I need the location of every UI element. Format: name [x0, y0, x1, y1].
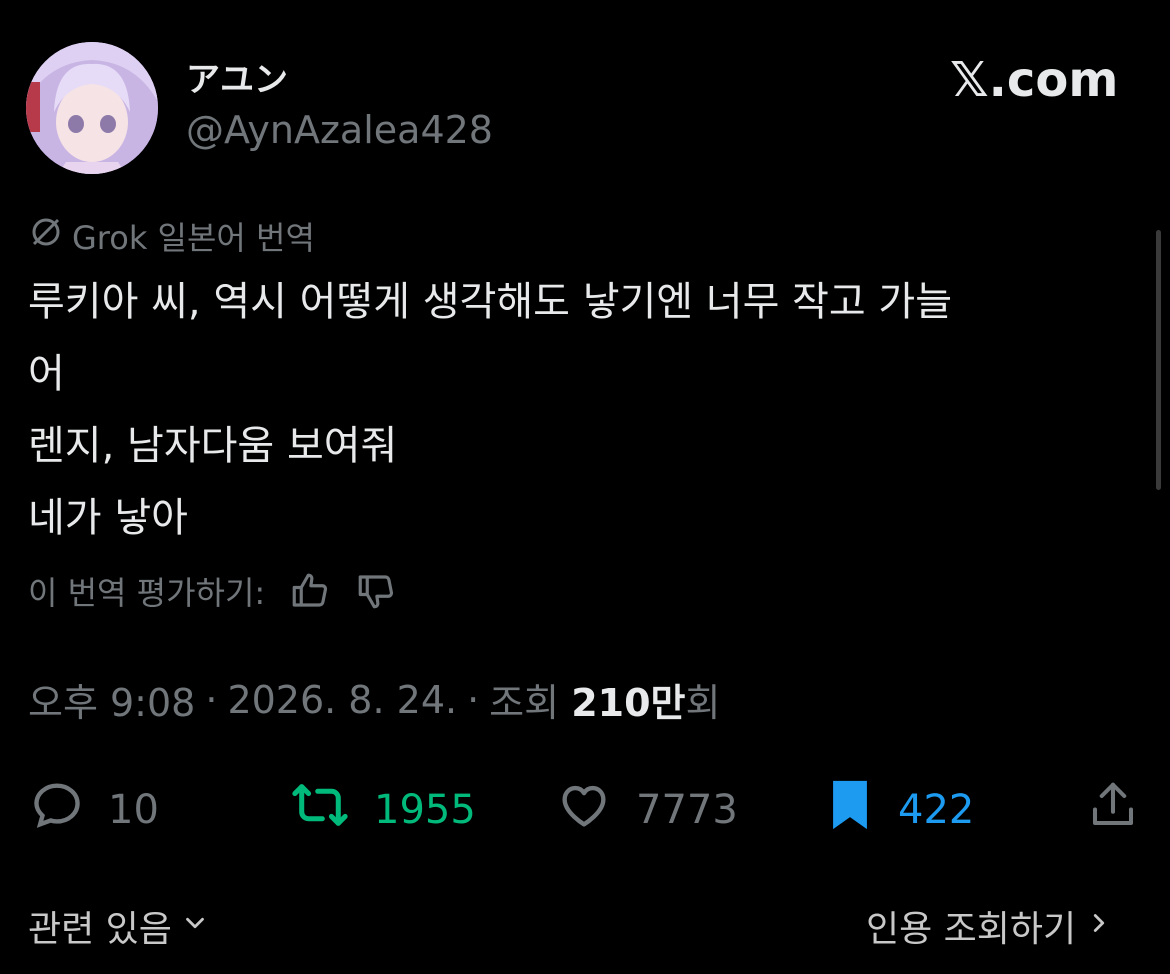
translation-label: Grok 일본어 번역 [28, 213, 315, 259]
view-quotes-link[interactable]: 인용 조회하기 [866, 900, 1114, 952]
tweet-time[interactable]: 오후 9:08 [28, 672, 195, 727]
related-label: 관련 있음 [28, 909, 172, 950]
tweet-line: 렌지, 남자다움 보여줘 [28, 423, 398, 469]
like-button[interactable]: 7773 [554, 776, 738, 844]
rate-translation: 이 번역 평가하기: [28, 568, 397, 614]
retweet-button[interactable]: 1955 [288, 776, 476, 844]
views-prefix: 조회 [489, 681, 560, 725]
rate-label: 이 번역 평가하기: [28, 574, 266, 612]
quotes-label: 인용 조회하기 [866, 909, 1077, 950]
thumbs-up-icon[interactable] [289, 570, 331, 612]
tweet-text: 루키아 씨, 역시 어떻게 생각해도 낳기엔 너무 작고 가늘 어 렌지, 남자… [28, 266, 1118, 554]
bookmark-count: 422 [898, 787, 975, 833]
like-count: 7773 [636, 787, 738, 833]
meta-separator: · [467, 677, 480, 722]
tweet-line: 어 [28, 351, 65, 397]
avatar[interactable] [26, 42, 158, 174]
heart-icon [554, 776, 614, 844]
retweet-icon [288, 776, 352, 844]
grok-icon [28, 214, 64, 258]
tweet-line: 네가 낳아 [28, 495, 188, 541]
related-dropdown[interactable]: 관련 있음 [28, 900, 210, 952]
reply-count: 10 [108, 787, 159, 833]
reply-button[interactable]: 10 [28, 776, 159, 844]
thumbs-down-icon[interactable] [355, 570, 397, 612]
reply-icon [28, 776, 86, 844]
tweet-line: 루키아 씨, 역시 어떻게 생각해도 낳기엔 너무 작고 가늘 [28, 279, 953, 325]
retweet-count: 1955 [374, 787, 476, 833]
chevron-right-icon [1084, 906, 1114, 947]
share-button[interactable] [1086, 776, 1140, 844]
tweet-meta: 오후 9:08 · 2026. 8. 24. · 조회 210만회 [28, 672, 720, 727]
scrollbar[interactable] [1156, 230, 1161, 490]
views-count: 210만 [571, 681, 686, 725]
share-icon [1086, 776, 1140, 844]
chevron-down-icon [180, 906, 210, 947]
tweet-date[interactable]: 2026. 8. 24. [227, 678, 457, 722]
views[interactable]: 조회 210만회 [489, 672, 720, 727]
user-handle[interactable]: @AynAzalea428 [186, 108, 493, 152]
views-suffix: 회 [685, 681, 721, 725]
meta-separator: · [205, 677, 218, 722]
translation-text: Grok 일본어 번역 [72, 219, 315, 257]
bookmark-icon [824, 776, 876, 844]
x-logo: 𝕏.com [950, 52, 1119, 108]
display-name[interactable]: アユン [186, 52, 288, 101]
bookmark-button[interactable]: 422 [824, 776, 974, 844]
